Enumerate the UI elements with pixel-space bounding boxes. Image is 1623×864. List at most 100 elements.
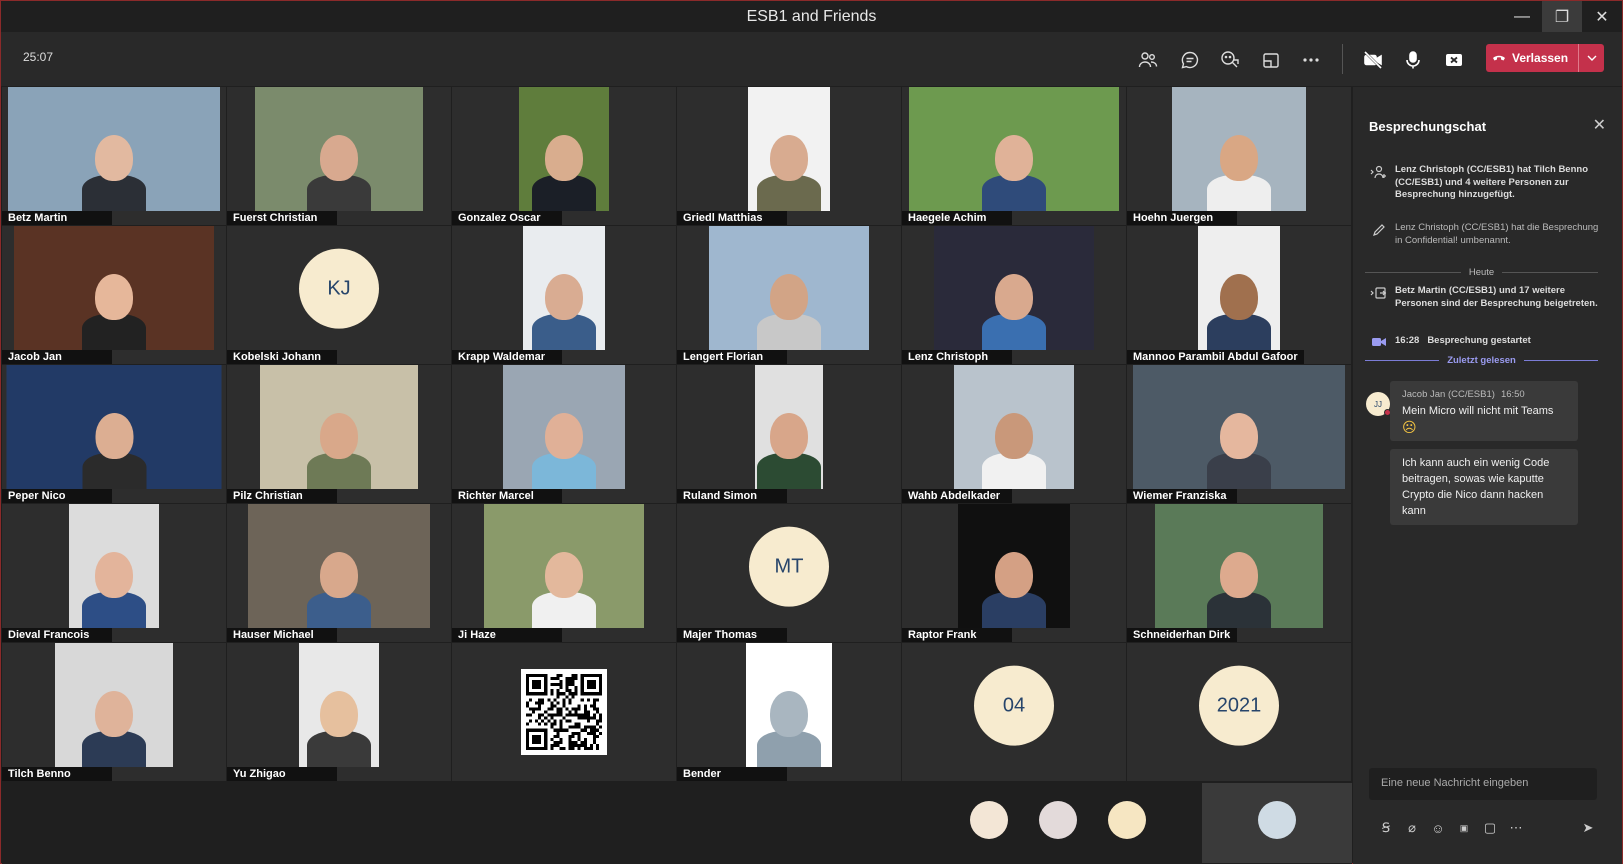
participant-name: Wahb Abdelkader — [902, 489, 1012, 503]
participant-tile[interactable]: MT Majer Thomas — [677, 504, 902, 643]
last-read-label: Zuletzt gelesen — [1447, 355, 1516, 366]
participant-tile[interactable]: Schneiderhan Dirk — [1127, 504, 1352, 643]
compose-toolbar: Ꞩ ⌀ ☺ ▣ ▢ ⋯ ➤ — [1373, 820, 1601, 836]
camera-toggle-button[interactable] — [1357, 44, 1389, 76]
chevron-down-icon[interactable] — [1578, 44, 1604, 72]
mic-toggle-button[interactable] — [1397, 44, 1429, 76]
participant-video — [934, 226, 1094, 350]
participant-tile[interactable]: Dieval Francois — [2, 504, 227, 643]
participant-video — [748, 87, 830, 211]
meeting-chat-panel: Besprechungschat ✕ Lenz Christoph (CC/ES… — [1353, 87, 1622, 864]
minimize-button[interactable]: — — [1502, 1, 1542, 32]
participant-avatar[interactable] — [1108, 801, 1146, 839]
participant-tile[interactable]: Jacob Jan — [2, 226, 227, 365]
participant-name: Dieval Francois — [2, 628, 112, 642]
participant-tile[interactable]: KJ Kobelski Johann — [227, 226, 452, 365]
participant-tile[interactable]: Gonzalez Oscar — [452, 87, 677, 226]
avatar-initials: JJ — [1374, 399, 1382, 409]
format-icon[interactable]: Ꞩ — [1373, 820, 1399, 836]
avatar[interactable]: JJ — [1366, 392, 1391, 416]
self-avatar — [1258, 801, 1296, 839]
chat-message[interactable]: Jacob Jan (CC/ESB1) 16:50 Mein Micro will… — [1390, 381, 1578, 441]
participant-name: Tilch Benno — [2, 767, 112, 781]
participant-name: Lenz Christoph — [902, 350, 1012, 364]
message-meta: Jacob Jan (CC/ESB1) 16:50 — [1402, 387, 1566, 403]
participant-name: Yu Zhigao — [227, 767, 337, 781]
participant-video — [260, 365, 418, 489]
raise-hand-button[interactable] — [1214, 44, 1246, 76]
close-window-button[interactable]: ✕ — [1582, 1, 1622, 32]
participant-tile[interactable]: Wahb Abdelkader — [902, 365, 1127, 504]
compose-input[interactable]: Eine neue Nachricht eingeben — [1369, 768, 1597, 800]
participant-tile[interactable]: Haegele Achim — [902, 87, 1127, 226]
sticker-icon[interactable]: ▢ — [1477, 820, 1503, 836]
message-time: 16:50 — [1500, 389, 1525, 400]
more-icon — [1303, 58, 1319, 62]
chat-event-time: 16:28 — [1395, 335, 1420, 346]
participant-tile[interactable]: 2021 — [1127, 643, 1352, 782]
participant-tile[interactable]: Yu Zhigao — [227, 643, 452, 782]
participant-name: Schneiderhan Dirk — [1127, 628, 1237, 642]
participant-tile[interactable]: Betz Martin — [2, 87, 227, 226]
more-options-icon[interactable]: ⋯ — [1503, 820, 1529, 836]
participant-tile[interactable]: Wiemer Franziska — [1127, 365, 1352, 504]
rooms-button[interactable] — [1255, 44, 1287, 76]
chat-message[interactable]: Ich kann auch ein wenig Code beitragen, … — [1390, 449, 1578, 525]
attach-icon[interactable]: ⌀ — [1399, 820, 1425, 836]
participant-tile[interactable]: Hoehn Juergen — [1127, 87, 1352, 226]
avatar-initials: 2021 — [1199, 665, 1279, 746]
participant-tile[interactable]: Mannoo Parambil Abdul Gafoor — [1127, 226, 1352, 365]
participant-tile[interactable]: Bender — [677, 643, 902, 782]
participant-name: Bender — [677, 767, 787, 781]
participant-tile[interactable]: Ruland Simon — [677, 365, 902, 504]
gif-icon[interactable]: ▣ — [1451, 823, 1477, 834]
day-divider: Heute — [1365, 267, 1599, 278]
participant-name: Peper Nico — [2, 489, 112, 503]
leave-button[interactable]: Verlassen — [1486, 44, 1604, 72]
participant-tile[interactable]: Richter Marcel — [452, 365, 677, 504]
participant-video — [909, 87, 1119, 211]
chat-event-text: Betz Martin (CC/ESB1) und 17 weitere Per… — [1395, 285, 1598, 309]
participant-tile[interactable]: Ji Haze — [452, 504, 677, 643]
participant-video — [958, 504, 1070, 628]
participant-tile[interactable]: Pilz Christian — [227, 365, 452, 504]
add-people-icon — [1363, 164, 1395, 202]
participant-tile[interactable]: 04 — [902, 643, 1127, 782]
participant-tile[interactable]: Raptor Frank — [902, 504, 1127, 643]
pencil-icon — [1363, 222, 1395, 247]
self-view-tile[interactable] — [1202, 783, 1352, 863]
participant-tile[interactable]: Fuerst Christian — [227, 87, 452, 226]
participant-name: Krapp Waldemar — [452, 350, 562, 364]
participant-tile[interactable]: Peper Nico — [2, 365, 227, 504]
send-icon[interactable]: ➤ — [1575, 820, 1601, 836]
restore-button[interactable]: ❐ — [1542, 1, 1582, 32]
participant-tile[interactable]: Griedl Matthias — [677, 87, 902, 226]
close-chat-button[interactable]: ✕ — [1593, 115, 1606, 135]
people-icon — [1138, 52, 1158, 68]
participant-name: Mannoo Parambil Abdul Gafoor — [1127, 350, 1304, 364]
participant-video — [1155, 504, 1323, 628]
chat-button[interactable] — [1174, 44, 1206, 76]
participant-name: Jacob Jan — [2, 350, 112, 364]
participant-tile[interactable] — [452, 643, 677, 782]
emoji-icon[interactable]: ☺ — [1425, 821, 1451, 836]
leave-label: Verlassen — [1512, 51, 1569, 65]
participant-video — [8, 87, 220, 211]
participant-video — [255, 87, 423, 211]
participant-tile[interactable]: Tilch Benno — [2, 643, 227, 782]
share-button[interactable] — [1438, 44, 1470, 76]
participant-name: Wiemer Franziska — [1127, 489, 1237, 503]
participant-name: Hauser Michael — [227, 628, 337, 642]
video-grid: Betz Martin Fuerst Christian Gonzalez Osca… — [2, 87, 1352, 782]
participant-avatar[interactable] — [970, 801, 1008, 839]
participant-tile[interactable]: Lenz Christoph — [902, 226, 1127, 365]
participant-video — [248, 504, 430, 628]
participants-button[interactable] — [1132, 44, 1164, 76]
participant-avatar[interactable] — [1039, 801, 1077, 839]
participant-tile[interactable]: Krapp Waldemar — [452, 226, 677, 365]
participant-tile[interactable]: Hauser Michael — [227, 504, 452, 643]
participant-name: Kobelski Johann — [227, 350, 337, 364]
meeting-toolbar: 25:07 Verlassen — [1, 32, 1622, 104]
more-actions-button[interactable] — [1295, 44, 1327, 76]
participant-tile[interactable]: Lengert Florian — [677, 226, 902, 365]
